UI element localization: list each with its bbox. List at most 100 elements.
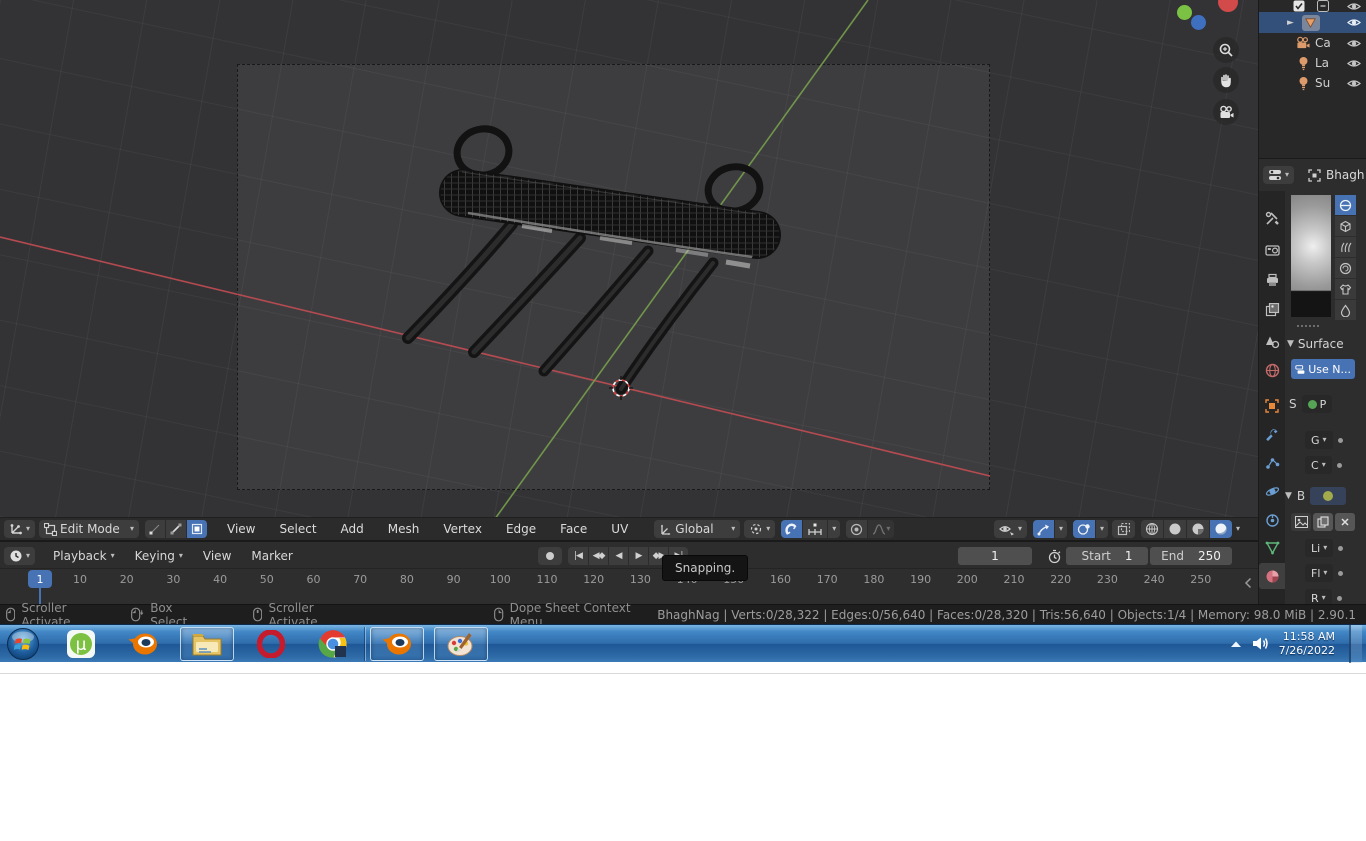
face-select-button[interactable]: [186, 520, 208, 538]
unlink-data-button[interactable]: [1335, 513, 1355, 531]
outliner-collection-row[interactable]: [1259, 0, 1366, 12]
shading-wireframe-button[interactable]: [1140, 520, 1163, 538]
snap-toggle-button[interactable]: [781, 520, 803, 538]
menu-face[interactable]: Face: [548, 522, 599, 536]
vertex-select-button[interactable]: [145, 520, 166, 538]
menu-edge[interactable]: Edge: [494, 522, 548, 536]
properties-editor[interactable]: ▾ Bhagh ▼ Surface Use N... S P G ▾ C ▾ ▼…: [1259, 158, 1366, 607]
preview-hair-button[interactable]: [1335, 237, 1356, 257]
preview-flat-button[interactable]: [1335, 195, 1356, 215]
duplicate-data-button[interactable]: [1313, 513, 1333, 531]
viewport-canvas[interactable]: [0, 0, 1258, 517]
tab-output[interactable]: [1259, 267, 1285, 293]
editor-type-dropdown[interactable]: ▾: [4, 520, 36, 538]
distribution-dropdown[interactable]: G ▾: [1305, 431, 1333, 449]
expand-arrow-icon[interactable]: ►: [1287, 18, 1294, 28]
outliner[interactable]: ► Ca La Su: [1259, 0, 1366, 158]
transform-orientation-dropdown[interactable]: Global ▾: [654, 520, 741, 538]
play-reverse-button[interactable]: ◀: [608, 547, 628, 565]
volume-icon[interactable]: [1252, 636, 1269, 651]
shader-select-button[interactable]: P: [1301, 395, 1333, 413]
taskbar-blender-button[interactable]: [116, 627, 170, 661]
image-browse-button[interactable]: [1291, 513, 1311, 531]
playback-popover[interactable]: Playback ▾: [43, 549, 125, 563]
tab-object-data[interactable]: [1259, 535, 1285, 561]
auto-keying-toggle[interactable]: [538, 547, 562, 565]
snap-options-dropdown[interactable]: ▾: [827, 520, 841, 538]
object-visibility-dropdown[interactable]: ▾: [993, 520, 1027, 538]
subsurface-method-dropdown[interactable]: C ▾: [1305, 456, 1332, 474]
jump-to-start-button[interactable]: |◀: [568, 547, 588, 565]
current-frame-field[interactable]: 1: [958, 547, 1032, 565]
tab-material[interactable]: [1259, 563, 1285, 589]
material-preview[interactable]: [1291, 195, 1331, 317]
menu-view[interactable]: View: [215, 522, 267, 536]
use-nodes-button[interactable]: Use N...: [1291, 359, 1355, 379]
pan-hand-icon[interactable]: [1213, 67, 1239, 93]
shading-options-dropdown[interactable]: ▾: [1236, 525, 1240, 533]
preview-cube-button[interactable]: [1335, 216, 1356, 236]
keying-popover[interactable]: Keying ▾: [125, 549, 193, 563]
taskbar-explorer-button[interactable]: [180, 627, 234, 661]
menu-uv[interactable]: UV: [599, 522, 640, 536]
tab-particles[interactable]: [1259, 449, 1285, 475]
preview-cloth-button[interactable]: [1335, 279, 1356, 299]
tab-constraints[interactable]: [1259, 507, 1285, 533]
tab-physics[interactable]: [1259, 478, 1285, 504]
base-color-swatch[interactable]: [1310, 487, 1347, 505]
panel-drag-handle[interactable]: [1297, 325, 1319, 327]
region-collapse-icon[interactable]: [1244, 577, 1252, 589]
tray-expand-icon[interactable]: [1230, 640, 1242, 648]
taskbar-utorrent-button[interactable]: µ: [54, 627, 108, 661]
decorator-dot[interactable]: [1338, 545, 1344, 551]
timeline-menu-marker[interactable]: Marker: [241, 549, 302, 563]
checkbox-checked-icon[interactable]: [1293, 0, 1305, 12]
menu-select[interactable]: Select: [268, 522, 329, 536]
decorator-dot[interactable]: [1336, 462, 1342, 468]
eye-icon[interactable]: [1347, 1, 1361, 12]
start-button[interactable]: [0, 627, 46, 661]
shading-rendered-button[interactable]: [1208, 520, 1232, 538]
eye-icon[interactable]: [1347, 78, 1361, 89]
tab-modifiers[interactable]: [1259, 421, 1285, 447]
eye-icon[interactable]: [1347, 17, 1361, 28]
proportional-falloff-dropdown[interactable]: ▾: [867, 520, 895, 538]
surface-panel-header[interactable]: ▼ Surface: [1287, 337, 1344, 351]
frame-end-field[interactable]: End 250: [1150, 547, 1232, 565]
show-gizmo-toggle[interactable]: [1032, 520, 1054, 538]
properties-editor-type-dropdown[interactable]: ▾: [1263, 166, 1295, 184]
shading-material-button[interactable]: [1185, 520, 1209, 538]
tab-tool[interactable]: [1259, 205, 1285, 231]
3d-viewport[interactable]: ▾ Edit Mode ▾ View Select Add Mesh Verte…: [0, 0, 1258, 540]
tab-view-layer[interactable]: [1259, 297, 1285, 323]
menu-mesh[interactable]: Mesh: [376, 522, 432, 536]
tab-object[interactable]: [1259, 393, 1285, 419]
timeline-menu-view[interactable]: View: [193, 549, 241, 563]
shading-solid-button[interactable]: [1162, 520, 1186, 538]
frame-start-field[interactable]: Start 1: [1066, 547, 1148, 565]
zoom-tool-icon[interactable]: [1213, 37, 1239, 63]
use-preview-range-toggle[interactable]: [1042, 547, 1067, 565]
menu-add[interactable]: Add: [329, 522, 376, 536]
exclude-icon[interactable]: [1317, 0, 1329, 12]
eye-icon[interactable]: [1347, 58, 1361, 69]
preview-fluid-button[interactable]: [1335, 300, 1356, 320]
gizmo-axis-blue-ball[interactable]: [1191, 15, 1206, 30]
outliner-camera-row[interactable]: Ca: [1259, 33, 1366, 53]
decorator-dot[interactable]: [1337, 437, 1343, 443]
tab-scene[interactable]: [1259, 329, 1285, 355]
decorator-dot[interactable]: [1338, 570, 1344, 576]
proportional-edit-toggle[interactable]: [846, 520, 868, 538]
tab-render[interactable]: [1259, 237, 1285, 263]
menu-vertex[interactable]: Vertex: [431, 522, 494, 536]
taskbar-opera-button[interactable]: [244, 627, 298, 661]
gizmo-options-dropdown[interactable]: ▾: [1053, 520, 1067, 538]
gizmo-axis-green-ball[interactable]: [1177, 5, 1192, 20]
taskbar-clock[interactable]: 11:58 AM 7/26/2022: [1279, 630, 1339, 658]
mode-dropdown[interactable]: Edit Mode ▾: [39, 520, 140, 538]
flat-dropdown[interactable]: Fl ▾: [1305, 564, 1334, 582]
taskbar-blender-running-button[interactable]: [370, 627, 424, 661]
outliner-selected-mesh-row[interactable]: ►: [1259, 12, 1366, 33]
play-button[interactable]: ▶: [628, 547, 648, 565]
playhead-badge[interactable]: 1: [28, 570, 52, 588]
